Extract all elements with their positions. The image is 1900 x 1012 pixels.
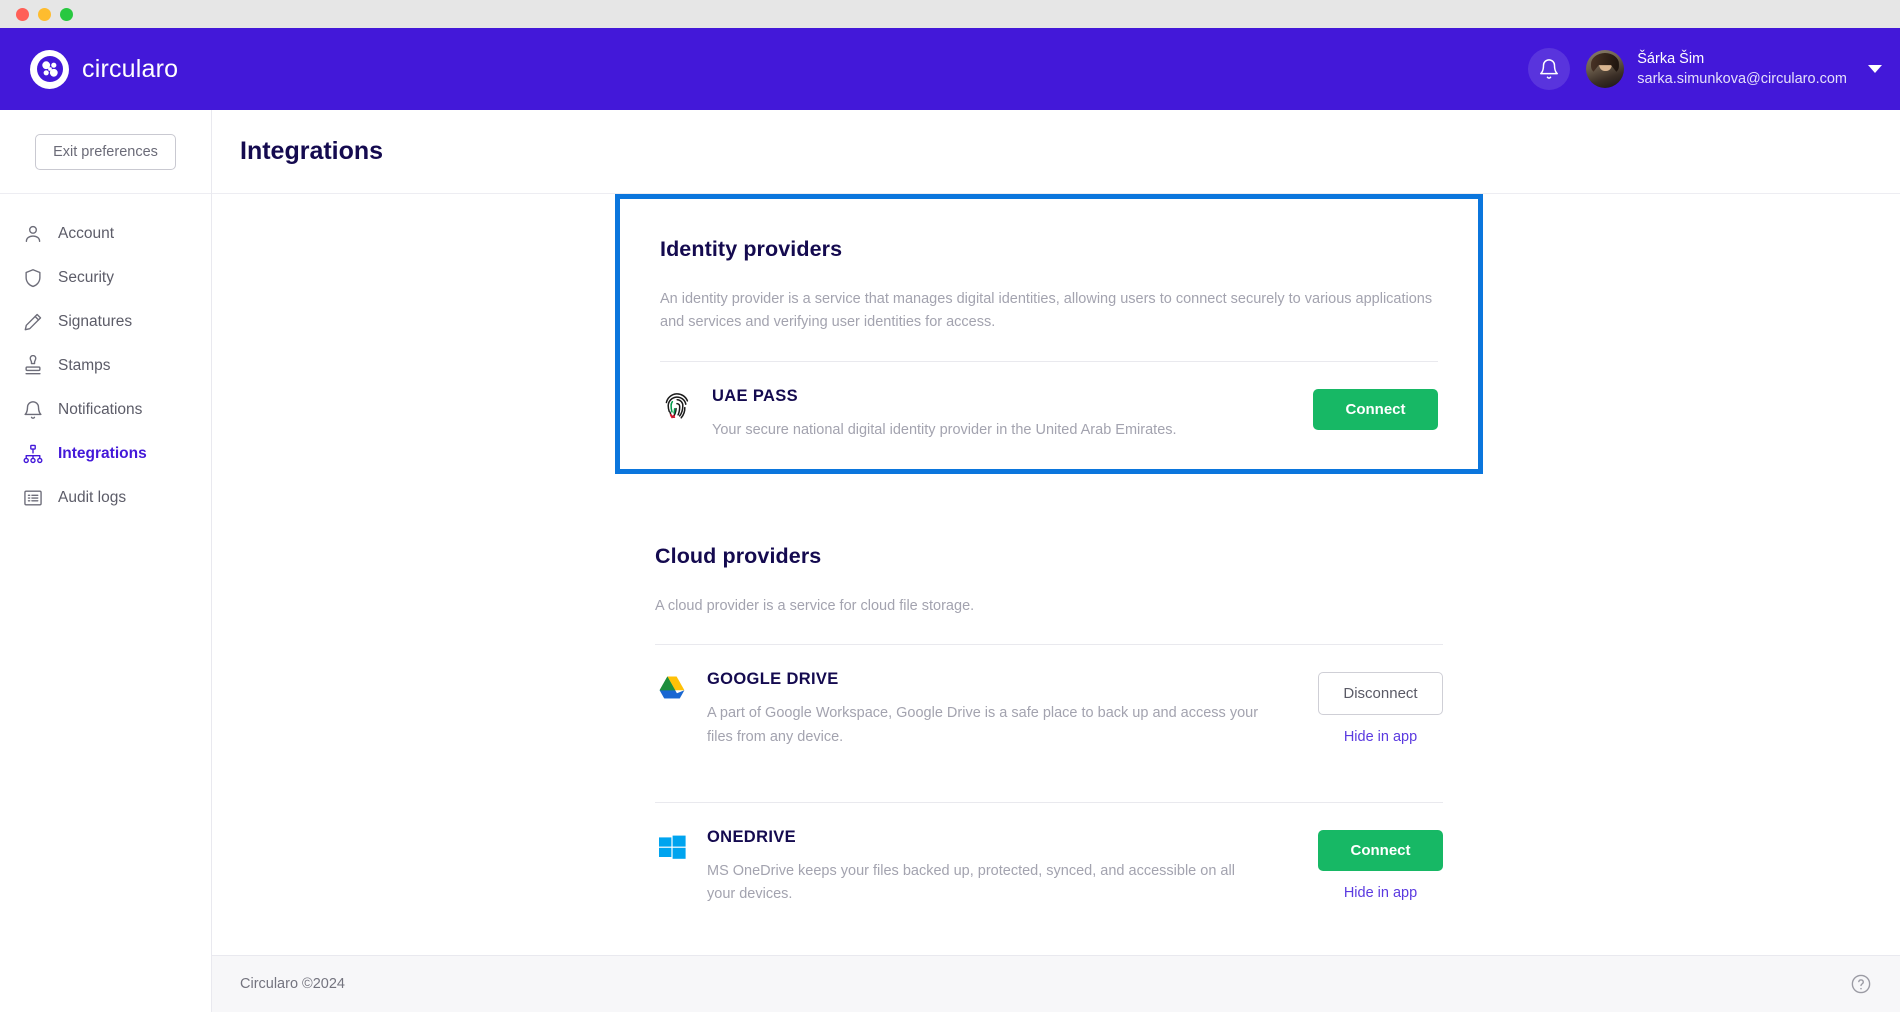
user-profile-text: Šárka Šim sarka.simunkova@circularo.com bbox=[1637, 49, 1847, 90]
google-drive-icon bbox=[655, 672, 689, 706]
identity-providers-inner: Identity providers An identity provider … bbox=[620, 199, 1478, 469]
integration-actions: Connect bbox=[1313, 388, 1438, 430]
integration-name: ONEDRIVE bbox=[707, 827, 796, 846]
sidebar-item-account[interactable]: Account bbox=[0, 212, 211, 256]
list-icon bbox=[24, 490, 42, 506]
page-header: Integrations bbox=[212, 110, 1900, 194]
bell-icon bbox=[1540, 59, 1559, 79]
integration-description: A part of Google Workspace, Google Drive… bbox=[707, 705, 1259, 745]
sidebar-nav: Account Security Signatures Stamps Notif… bbox=[0, 194, 211, 520]
integrations-scroll-area[interactable]: Identity providers An identity provider … bbox=[212, 194, 1900, 955]
identity-providers-card: Identity providers An identity provider … bbox=[615, 194, 1483, 475]
stamp-icon bbox=[25, 355, 41, 375]
integration-info: UAE PASS Your secure national digital id… bbox=[712, 387, 1313, 442]
window-titlebar bbox=[0, 0, 1900, 28]
section-title-cloud-providers: Cloud providers bbox=[655, 544, 822, 568]
sidebar-item-label: Account bbox=[58, 225, 115, 242]
integration-row-google-drive: GOOGLE DRIVE A part of Google Workspace,… bbox=[655, 645, 1443, 775]
brand-logo[interactable]: circularo bbox=[30, 49, 179, 89]
sidebar-item-security[interactable]: Security bbox=[0, 256, 211, 300]
window-minimize-button[interactable] bbox=[38, 7, 51, 21]
sitemap-icon bbox=[23, 444, 43, 464]
bell-icon bbox=[24, 401, 42, 419]
connect-button[interactable]: Connect bbox=[1313, 388, 1438, 430]
sidebar-item-label: Signatures bbox=[58, 313, 133, 330]
exit-preferences-button[interactable]: Exit preferences bbox=[35, 133, 176, 170]
header-right-group: Šárka Šim sarka.simunkova@circularo.com bbox=[1528, 48, 1882, 90]
integration-row-uae-pass: UAE PASS Your secure national digital id… bbox=[660, 362, 1438, 469]
sidebar-item-label: Security bbox=[58, 269, 114, 286]
app-body: Exit preferences Account Security Signat… bbox=[0, 110, 1900, 1012]
circularo-flower-logo-icon bbox=[30, 49, 69, 89]
sidebar-item-audit-logs[interactable]: Audit logs bbox=[0, 476, 211, 520]
copyright-text: Circularo ©2024 bbox=[240, 976, 345, 992]
user-name: Šárka Šim bbox=[1637, 50, 1705, 67]
app-header: circularo Šárka Šim sarka.simunkova@circ… bbox=[0, 28, 1900, 110]
exit-preferences-wrap: Exit preferences bbox=[0, 110, 211, 194]
hide-in-app-link[interactable]: Hide in app bbox=[1318, 885, 1443, 901]
connect-button[interactable]: Connect bbox=[1318, 829, 1443, 871]
section-description-cloud-providers: A cloud provider is a service for cloud … bbox=[655, 598, 975, 614]
integration-actions: Connect Hide in app bbox=[1318, 829, 1443, 901]
user-icon bbox=[25, 225, 41, 243]
user-email: sarka.simunkova@circularo.com bbox=[1637, 71, 1847, 87]
cloud-providers-card: Cloud providers A cloud provider is a se… bbox=[615, 506, 1483, 955]
disconnect-button[interactable]: Disconnect bbox=[1318, 672, 1443, 716]
window-maximize-button[interactable] bbox=[60, 7, 73, 21]
integration-description: MS OneDrive keeps your files backed up, … bbox=[707, 862, 1235, 903]
sidebar-item-label: Audit logs bbox=[58, 489, 127, 506]
notifications-button[interactable] bbox=[1528, 48, 1571, 90]
brand-name: circularo bbox=[82, 54, 179, 83]
sidebar: Exit preferences Account Security Signat… bbox=[0, 110, 212, 1012]
question-mark-circle-icon[interactable] bbox=[1850, 973, 1872, 995]
integration-info: GOOGLE DRIVE A part of Google Workspace,… bbox=[707, 670, 1318, 748]
sidebar-item-notifications[interactable]: Notifications bbox=[0, 388, 211, 432]
page-footer: Circularo ©2024 bbox=[212, 955, 1900, 1012]
fingerprint-icon bbox=[660, 389, 694, 423]
sidebar-item-stamps[interactable]: Stamps bbox=[0, 344, 211, 388]
sidebar-item-label: Notifications bbox=[58, 401, 143, 418]
integration-actions: Disconnect Hide in app bbox=[1318, 672, 1443, 745]
sidebar-item-signatures[interactable]: Signatures bbox=[0, 300, 211, 344]
avatar bbox=[1586, 50, 1625, 88]
cloud-providers-inner: Cloud providers A cloud provider is a se… bbox=[615, 506, 1483, 955]
integration-row-onedrive: ONEDRIVE MS OneDrive keeps your files ba… bbox=[655, 803, 1443, 933]
section-title-identity-providers: Identity providers bbox=[660, 237, 843, 261]
hide-in-app-link[interactable]: Hide in app bbox=[1318, 729, 1443, 745]
user-profile-menu[interactable]: Šárka Šim sarka.simunkova@circularo.com bbox=[1586, 49, 1882, 90]
sidebar-item-label: Integrations bbox=[58, 445, 147, 462]
section-description-identity-providers: An identity provider is a service that m… bbox=[660, 291, 1433, 331]
integration-description: Your secure national digital identity pr… bbox=[712, 421, 1177, 438]
shield-icon bbox=[25, 269, 41, 288]
main-content: Integrations Identity providers An ident… bbox=[212, 110, 1900, 1012]
page-title: Integrations bbox=[240, 137, 384, 165]
window-close-button[interactable] bbox=[16, 7, 29, 21]
chevron-down-icon[interactable] bbox=[1868, 65, 1882, 73]
pencil-icon bbox=[24, 313, 42, 331]
integration-name: UAE PASS bbox=[712, 386, 798, 405]
integration-name: GOOGLE DRIVE bbox=[707, 670, 839, 689]
onedrive-windows-icon bbox=[655, 830, 689, 864]
sidebar-item-label: Stamps bbox=[58, 357, 111, 374]
sidebar-item-integrations[interactable]: Integrations bbox=[0, 432, 211, 476]
integration-info: ONEDRIVE MS OneDrive keeps your files ba… bbox=[707, 828, 1318, 906]
